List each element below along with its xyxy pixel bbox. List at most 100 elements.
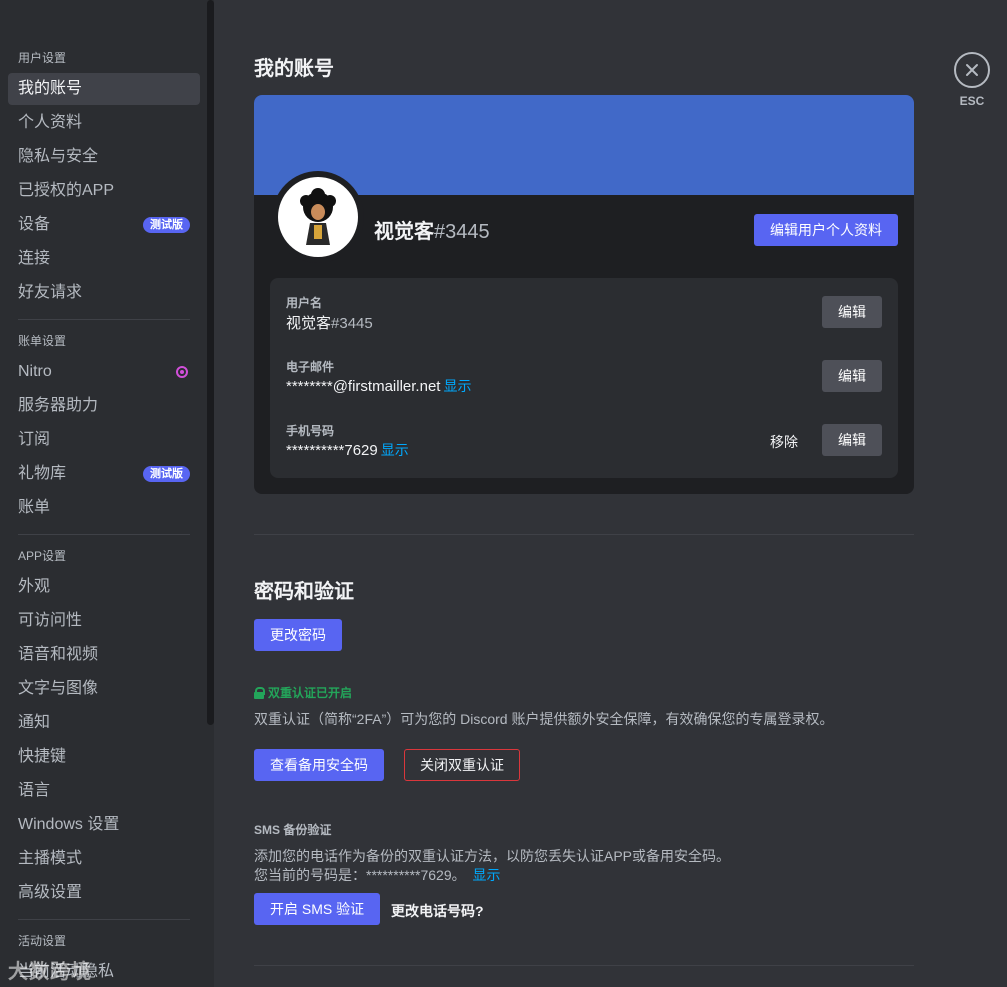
sidebar-item-label: 个人资料: [18, 114, 83, 131]
edit-phone-button[interactable]: 编辑: [822, 424, 882, 456]
sms-current-number: 您当前的号码是：**********7629。 显示: [254, 866, 501, 884]
esc-label: ESC: [959, 94, 985, 108]
enable-sms-button[interactable]: 开启 SMS 验证: [254, 893, 381, 925]
sidebar-item-label: 订阅: [18, 431, 51, 448]
sidebar-scrollbar[interactable]: [207, 0, 214, 725]
profile-tag: #3445: [434, 221, 490, 243]
sidebar-item-2-6[interactable]: 语言: [8, 775, 200, 807]
section-divider: [254, 534, 914, 535]
avatar-image-icon: [300, 188, 336, 245]
sidebar-item-label: 语言: [18, 782, 51, 799]
sidebar-item-1-4[interactable]: 账单: [8, 492, 200, 524]
profile-banner: [254, 95, 914, 195]
sidebar-item-label: 我的账号: [18, 80, 83, 97]
beta-badge: 测试版: [143, 466, 190, 482]
sidebar-item-2-4[interactable]: 通知: [8, 707, 200, 739]
sidebar-item-label: 主播模式: [18, 850, 83, 867]
sms-backup-header: SMS 备份验证: [254, 823, 332, 837]
sidebar-item-label: 好友请求: [18, 284, 83, 301]
sidebar-item-label: 隐私与安全: [18, 148, 99, 165]
username-tag: #3445: [331, 315, 373, 332]
sidebar-item-label: 通知: [18, 714, 51, 731]
sidebar-item-0-2[interactable]: 隐私与安全: [8, 141, 200, 173]
sidebar-item-label: 快捷键: [18, 748, 67, 765]
sidebar-item-0-5[interactable]: 连接: [8, 243, 200, 275]
sidebar-item-2-8[interactable]: 主播模式: [8, 843, 200, 875]
disable-2fa-button[interactable]: 关闭双重认证: [404, 749, 520, 781]
username-name: 视觉客: [286, 315, 332, 332]
password-section-title: 密码和验证: [254, 581, 354, 603]
sidebar-item-label: 已授权的APP: [18, 182, 115, 199]
phone-value: **********7629 显示: [286, 440, 409, 460]
sidebar-item-2-1[interactable]: 可访问性: [8, 605, 200, 637]
sidebar-item-2-5[interactable]: 快捷键: [8, 741, 200, 773]
reveal-sms-number-link[interactable]: 显示: [473, 867, 501, 883]
sidebar-item-0-6[interactable]: 好友请求: [8, 277, 200, 309]
sidebar-section-header: 活动设置: [18, 934, 67, 948]
sidebar-item-0-0[interactable]: 我的账号: [8, 73, 200, 105]
twofa-status: 双重认证已开启: [254, 684, 352, 701]
sidebar-item-label: Windows 设置: [18, 816, 120, 833]
sidebar-item-label: 文字与图像: [18, 680, 99, 697]
sidebar-item-2-2[interactable]: 语音和视频: [8, 639, 200, 671]
reveal-phone-link[interactable]: 显示: [381, 442, 409, 458]
sidebar-item-0-1[interactable]: 个人资料: [8, 107, 200, 139]
avatar[interactable]: [272, 171, 364, 263]
sidebar-section-header: 用户设置: [18, 51, 67, 65]
sidebar-divider: [18, 919, 190, 920]
reveal-email-link[interactable]: 显示: [443, 378, 471, 394]
sidebar-item-2-7[interactable]: Windows 设置: [8, 809, 200, 841]
username-value: 视觉客#3445: [286, 312, 373, 333]
sidebar-item-label: Nitro: [18, 363, 52, 380]
sidebar-item-label: 礼物库: [18, 465, 67, 482]
sidebar-item-1-0[interactable]: Nitro: [8, 356, 200, 388]
sidebar-item-label: 高级设置: [18, 884, 83, 901]
change-phone-link[interactable]: 更改电话号码?: [391, 901, 484, 921]
sidebar-item-2-9[interactable]: 高级设置: [8, 877, 200, 909]
phone-masked: **********7629: [286, 442, 378, 459]
account-info-panel: 用户名 视觉客#3445 编辑 电子邮件 ********@firstmaill…: [270, 278, 898, 478]
sidebar-item-label: 外观: [18, 578, 51, 595]
nitro-icon: [176, 366, 188, 378]
sidebar-item-2-3[interactable]: 文字与图像: [8, 673, 200, 705]
sidebar-item-1-3[interactable]: 礼物库 测试版: [8, 458, 200, 490]
sidebar-item-1-2[interactable]: 订阅: [8, 424, 200, 456]
watermark: 大数跨境: [8, 961, 92, 983]
view-backup-codes-button[interactable]: 查看备用安全码: [254, 749, 384, 781]
close-button[interactable]: [954, 52, 990, 88]
change-password-button[interactable]: 更改密码: [254, 619, 342, 651]
sidebar-section-header: APP设置: [18, 549, 67, 563]
email-value: ********@firstmailler.net 显示: [286, 376, 471, 396]
sidebar-item-label: 服务器助力: [18, 397, 99, 414]
edit-username-button[interactable]: 编辑: [822, 296, 882, 328]
sidebar-item-1-1[interactable]: 服务器助力: [8, 390, 200, 422]
email-label: 电子邮件: [286, 360, 335, 374]
twofa-description: 双重认证（简称“2FA”）可为您的 Discord 账户提供额外安全保障，有效确…: [254, 711, 834, 727]
sidebar-section-header: 账单设置: [18, 334, 67, 348]
lock-icon: [254, 686, 265, 699]
sms-current-text: 您当前的号码是：**********7629。: [254, 867, 466, 883]
settings-sidebar: 用户设置我的账号个人资料隐私与安全已授权的APP 设备 测试版连接好友请求账单设置 N…: [0, 0, 214, 987]
close-settings: ESC: [954, 52, 990, 108]
sidebar-item-label: 账单: [18, 499, 51, 516]
page-title: 我的账号: [254, 58, 334, 80]
email-row: 电子邮件 ********@firstmailler.net 显示 编辑: [286, 358, 882, 406]
phone-row: 手机号码 **********7629 显示 移除 编辑: [286, 422, 882, 470]
close-icon: [966, 64, 978, 76]
sidebar-item-2-0[interactable]: 外观: [8, 571, 200, 603]
profile-display-name: 视觉客#3445: [374, 215, 490, 244]
sidebar-item-label: 语音和视频: [18, 646, 99, 663]
sidebar-divider: [18, 534, 190, 535]
edit-email-button[interactable]: 编辑: [822, 360, 882, 392]
sidebar-item-0-4[interactable]: 设备 测试版: [8, 209, 200, 241]
section-divider-bottom: [254, 965, 914, 966]
edit-user-profile-button[interactable]: 编辑用户个人资料: [754, 214, 898, 246]
beta-badge: 测试版: [143, 217, 190, 233]
profile-username: 视觉客: [374, 221, 434, 243]
sms-description: 添加您的电话作为备份的双重认证方法，以防您丢失认证APP或备用安全码。: [254, 848, 731, 864]
remove-phone-button[interactable]: 移除: [770, 432, 798, 452]
sidebar-item-label: 连接: [18, 250, 51, 267]
sidebar-item-0-3[interactable]: 已授权的APP: [8, 175, 200, 207]
sidebar-item-label: 可访问性: [18, 612, 83, 629]
twofa-status-text: 双重认证已开启: [268, 686, 353, 700]
